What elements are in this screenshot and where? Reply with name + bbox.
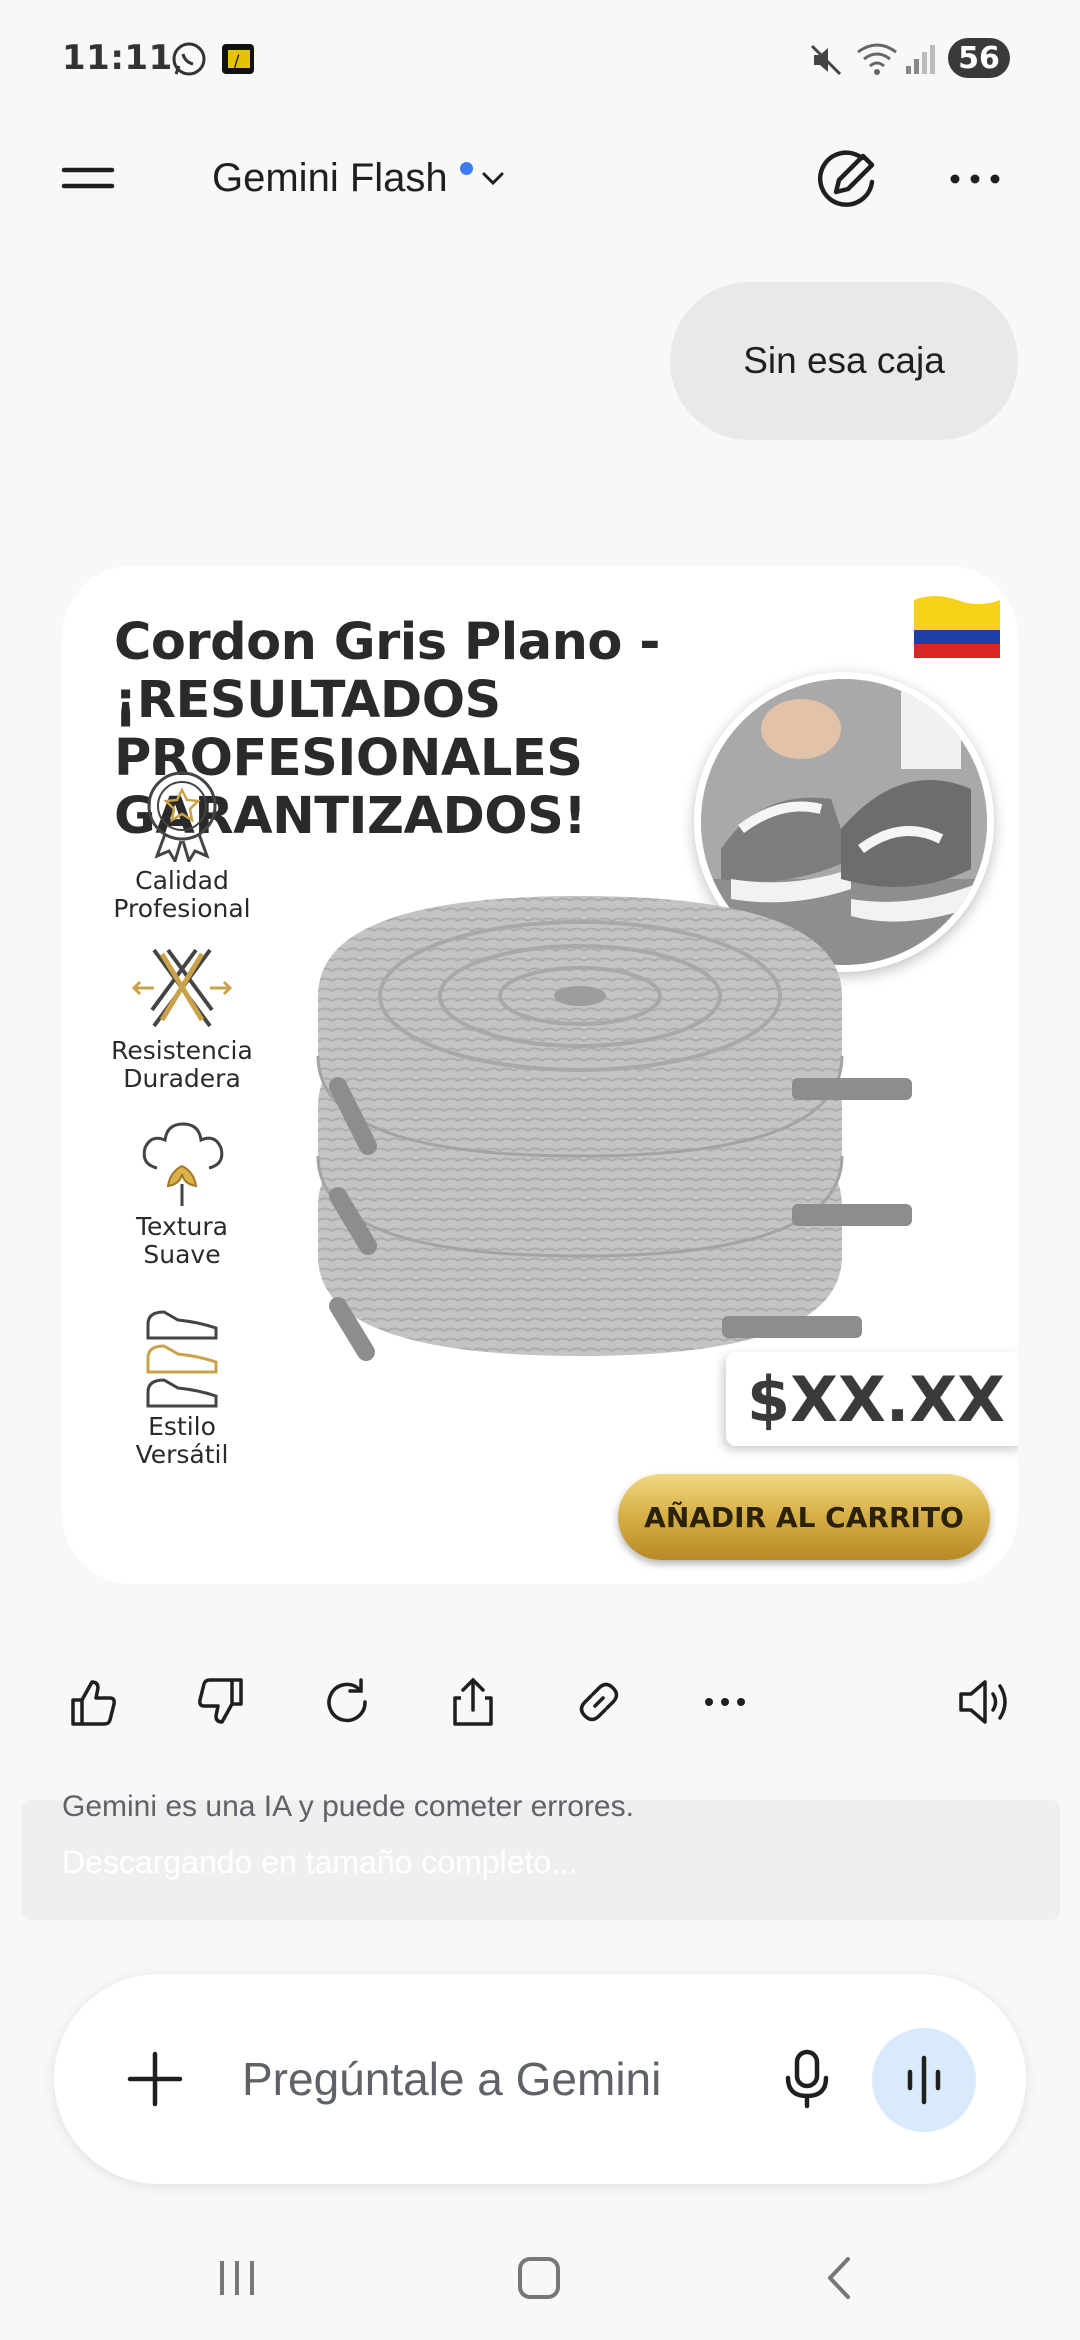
- menu-icon: [61, 167, 115, 189]
- svg-text:/: /: [234, 51, 240, 70]
- add-attachment-button[interactable]: [120, 2044, 190, 2114]
- prompt-bar: [54, 1974, 1026, 2184]
- model-name: Gemini Flash: [212, 155, 448, 200]
- app-bar: Gemini Flash: [0, 118, 1080, 238]
- microphone-button[interactable]: [770, 2042, 844, 2116]
- download-status: Descargando en tamaño completo...: [62, 1844, 578, 1880]
- back-icon: [828, 2257, 850, 2299]
- more-horiz-icon: [950, 174, 1000, 184]
- feature-soft-texture: Textura Suave: [62, 1122, 302, 1269]
- live-waveform-icon: [907, 2055, 941, 2105]
- home-button[interactable]: [494, 2238, 584, 2318]
- more-actions-button[interactable]: [690, 1662, 760, 1742]
- whatsapp-icon: [170, 40, 208, 83]
- feature-versatile-style: Estilo Versátil: [62, 1304, 302, 1469]
- add-to-cart-button: AÑADIR AL CARRITO: [618, 1474, 990, 1560]
- recents-icon: [220, 2261, 254, 2295]
- title-line: Cordon Gris Plano -: [114, 613, 660, 672]
- feature-label: Versátil: [135, 1440, 229, 1469]
- user-message-bubble: Sin esa caja: [670, 282, 1018, 440]
- thumb-down-icon: [198, 1678, 243, 1724]
- mute-icon: [808, 42, 844, 83]
- badge-star-icon: [147, 771, 217, 865]
- read-aloud-button[interactable]: [950, 1662, 1020, 1742]
- mic-icon: [785, 2049, 829, 2109]
- feature-label: Estilo: [148, 1412, 216, 1441]
- model-picker[interactable]: Gemini Flash: [212, 146, 507, 210]
- prompt-input[interactable]: [242, 2044, 802, 2114]
- status-bar: 11:11 / 56: [0, 0, 1080, 118]
- thumb-up-icon: [71, 1680, 116, 1726]
- notification-app-icon: /: [220, 42, 256, 81]
- live-mode-button[interactable]: [872, 2028, 976, 2132]
- feature-durable-resistance: Resistencia Duradera: [62, 944, 302, 1093]
- thumb-down-button[interactable]: [186, 1662, 256, 1742]
- chevron-down-icon: [482, 172, 504, 186]
- more-options-button[interactable]: [942, 144, 1012, 214]
- speaker-icon: [959, 1680, 1007, 1724]
- new-chat-button[interactable]: [812, 144, 882, 214]
- woven-fiber-icon: [131, 948, 233, 1028]
- copy-link-button[interactable]: [564, 1662, 634, 1742]
- gray-laces-illustration: [316, 896, 912, 1361]
- feature-professional-quality: Calidad Profesional: [62, 766, 302, 923]
- new-model-dot: [459, 161, 473, 175]
- menu-button[interactable]: [60, 148, 150, 208]
- title-line: ¡RESULTADOS: [114, 671, 501, 730]
- more-horiz-icon: [705, 1698, 745, 1706]
- system-nav-bar: [0, 2238, 1080, 2318]
- link-icon: [579, 1682, 619, 1722]
- battery-indicator: 56: [948, 38, 1010, 78]
- plus-icon: [127, 2051, 183, 2107]
- feature-label: Duradera: [123, 1064, 241, 1093]
- feature-label: Textura: [135, 1212, 228, 1241]
- cotton-icon: [142, 1122, 224, 1206]
- share-button[interactable]: [438, 1662, 508, 1742]
- generated-image[interactable]: Cordon Gris Plano - ¡RESULTADOS PROFESIO…: [62, 566, 1018, 1584]
- feature-label: Profesional: [113, 894, 251, 923]
- price-tag: $XX.XX: [726, 1352, 1018, 1446]
- refresh-icon: [327, 1678, 367, 1723]
- signal-icon: [904, 42, 938, 81]
- wifi-icon: [856, 42, 898, 81]
- share-icon: [453, 1677, 493, 1726]
- status-time: 11:11: [62, 38, 173, 78]
- feature-label: Calidad: [135, 866, 229, 895]
- home-icon: [518, 2257, 560, 2299]
- shoes-icon: [146, 1310, 218, 1408]
- edit-icon: [817, 150, 875, 207]
- recents-button[interactable]: [192, 2238, 282, 2318]
- back-button[interactable]: [796, 2238, 886, 2318]
- regenerate-button[interactable]: [312, 1662, 382, 1742]
- thumb-up-button[interactable]: [58, 1662, 128, 1742]
- response-actions: [0, 1662, 1080, 1742]
- ai-disclaimer: Gemini es una IA y puede cometer errores…: [62, 1790, 634, 1823]
- feature-label: Suave: [143, 1240, 221, 1269]
- colombia-flag-icon: [914, 596, 1000, 658]
- feature-label: Resistencia: [111, 1036, 253, 1065]
